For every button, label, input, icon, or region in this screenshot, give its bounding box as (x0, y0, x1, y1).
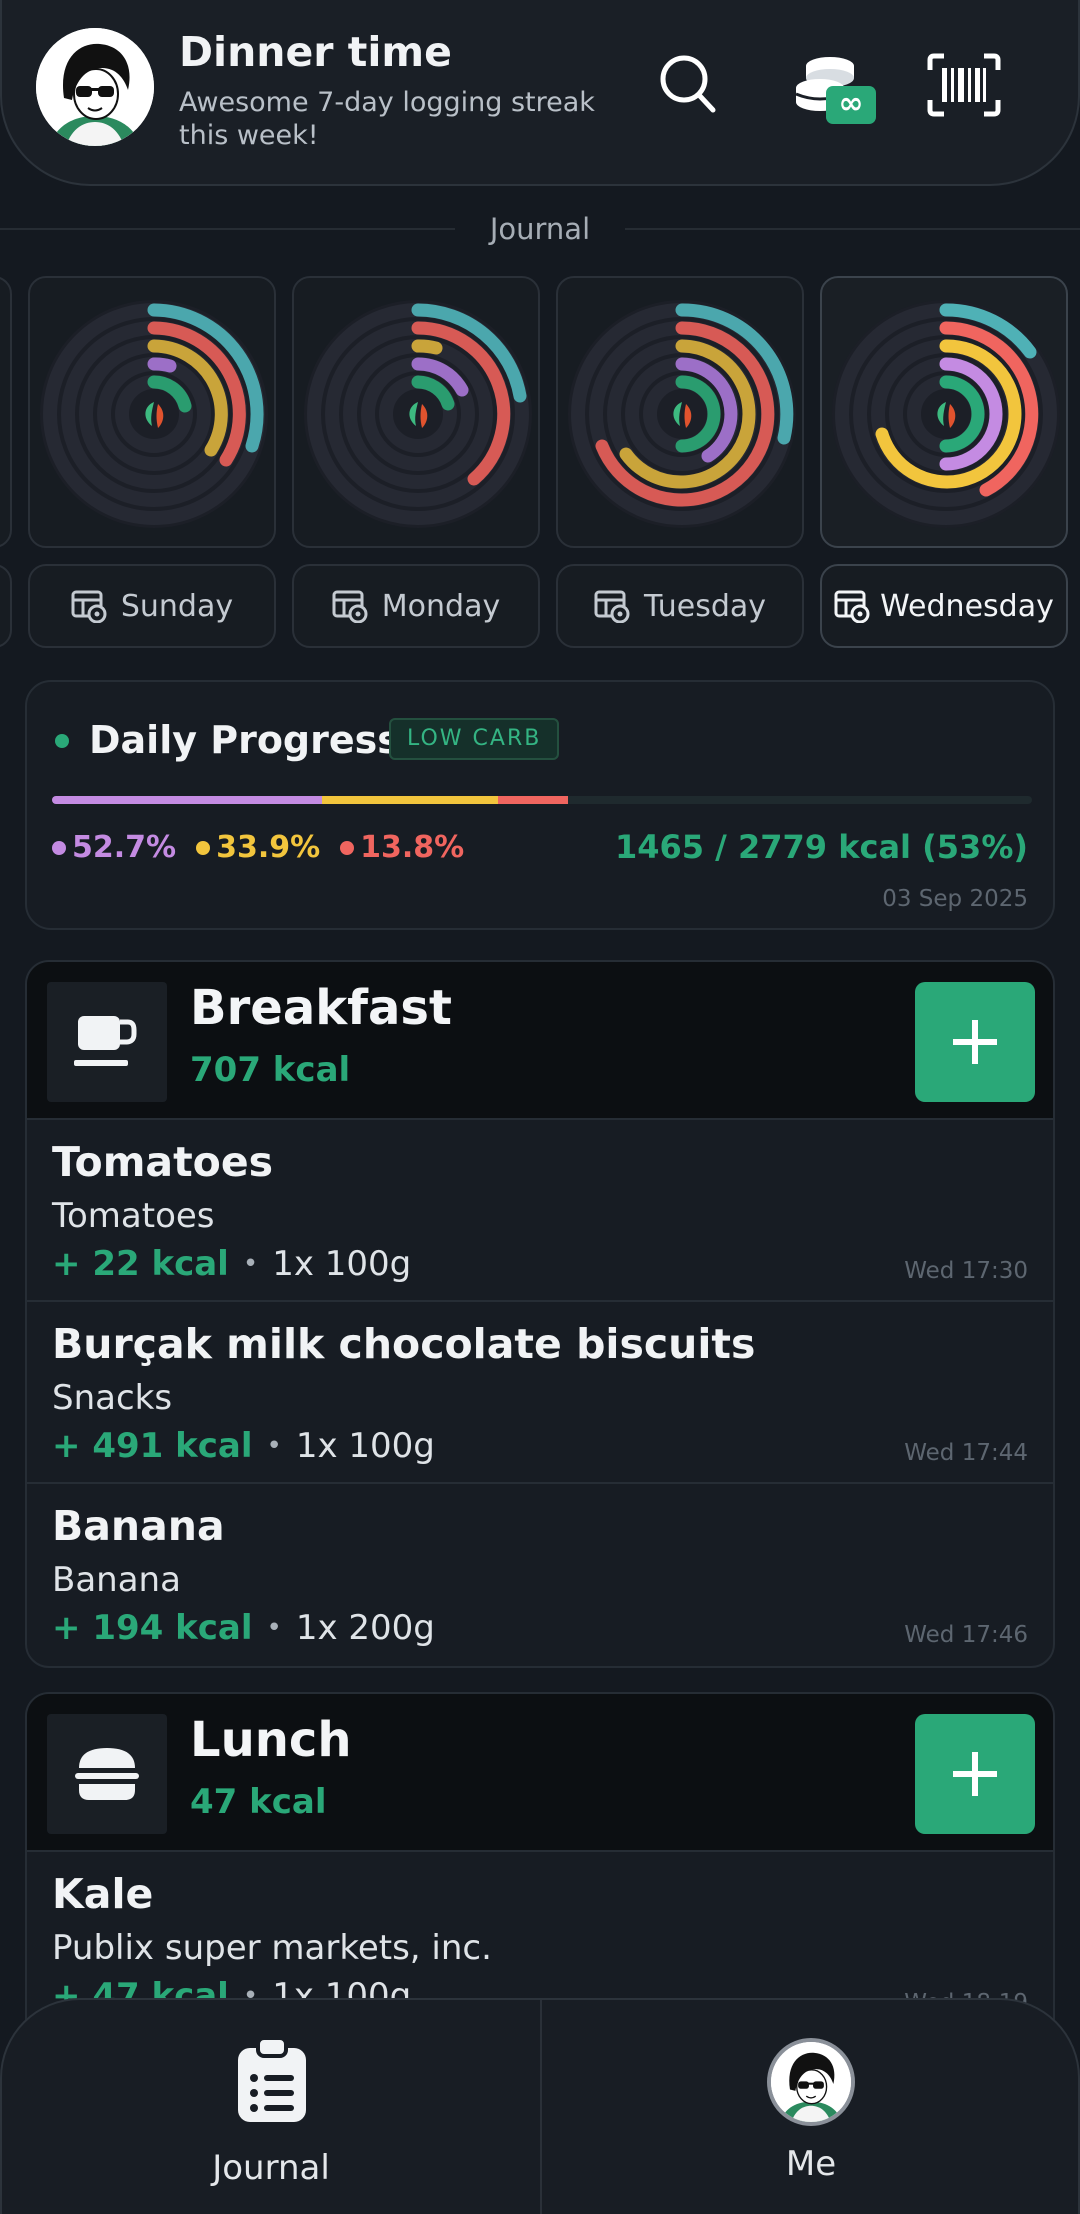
meal-kcal: 47 kcal (190, 1782, 327, 1822)
carbs-bar-segment (52, 796, 322, 804)
calendar-view-icon (71, 590, 107, 623)
daily-progress-card: Daily Progress LOW CARB 52.7% 33.9% 13.8… (25, 680, 1055, 930)
day-button-sunday[interactable]: Sunday (28, 564, 276, 648)
macro-percentages: 52.7% 33.9% 13.8% (52, 830, 464, 865)
carbs-percentage: 52.7% (52, 830, 176, 865)
food-kcal: + 491 kcal (52, 1426, 253, 1466)
separator-dot: • (266, 1431, 282, 1461)
meal-header-lunch[interactable]: Lunch 47 kcal (27, 1694, 1053, 1850)
food-time: Wed 17:30 (904, 1258, 1028, 1284)
unlimited-badge: ∞ (826, 86, 876, 124)
food-item[interactable]: Tomatoes Tomatoes + 22 kcal • 1x 100g We… (27, 1118, 1053, 1300)
day-button-wednesday[interactable]: Wednesday (820, 564, 1068, 648)
meal-kcal: 707 kcal (190, 1050, 351, 1090)
food-kcal: + 22 kcal (52, 1244, 229, 1284)
journal-label: Journal (455, 212, 625, 246)
day-button-monday[interactable]: Monday (292, 564, 540, 648)
food-meta: + 491 kcal • 1x 100g (52, 1426, 435, 1466)
food-quantity: 1x 100g (272, 1244, 412, 1284)
day-label-monday: Monday (381, 588, 501, 624)
plus-icon (953, 1752, 997, 1796)
ring-card-sunday[interactable] (28, 276, 276, 548)
food-quantity: 1x 100g (295, 1426, 435, 1466)
barcode-scanner-icon[interactable] (926, 52, 1002, 122)
plus-icon (953, 1020, 997, 1064)
bottom-navigation: Journal Me (0, 1998, 1080, 2214)
day-label-wednesday: Wednesday (880, 588, 1054, 624)
food-source: Tomatoes (52, 1196, 215, 1236)
diet-tag[interactable]: LOW CARB (389, 718, 560, 760)
day-label-tuesday: Tuesday (643, 588, 767, 624)
fat-bar-segment (321, 796, 498, 804)
ring-card-monday[interactable] (292, 276, 540, 548)
food-source: Banana (52, 1560, 181, 1600)
progress-date: 03 Sep 2025 (882, 886, 1028, 912)
daily-progress-title: Daily Progress (89, 718, 400, 762)
food-item[interactable]: Banana Banana + 194 kcal • 1x 200g Wed 1… (27, 1482, 1053, 1664)
ring-card-wednesday[interactable] (820, 276, 1068, 548)
food-meta: + 22 kcal • 1x 100g (52, 1244, 411, 1284)
meal-card-breakfast: Breakfast 707 kcal Tomatoes Tomatoes + 2… (25, 960, 1055, 1668)
nav-label-journal: Journal (212, 2148, 330, 2188)
streak-message: Awesome 7-day logging streak this week! (179, 87, 595, 151)
food-kcal: + 194 kcal (52, 1608, 253, 1648)
user-avatar[interactable] (36, 28, 154, 146)
day-button-saturday[interactable] (0, 564, 12, 648)
ring-card-tuesday[interactable] (556, 276, 804, 548)
add-lunch-button[interactable] (915, 1714, 1035, 1834)
meal-header-breakfast[interactable]: Breakfast 707 kcal (27, 962, 1053, 1118)
clipboard-list-icon (238, 2038, 306, 2122)
kcal-summary: 1465 / 2779 kcal (53%) (614, 828, 1028, 866)
burger-icon (47, 1714, 167, 1834)
header: Dinner time Awesome 7-day logging streak… (0, 0, 1080, 186)
ring-card-saturday[interactable] (0, 276, 12, 548)
food-item[interactable]: Burçak milk chocolate biscuits Snacks + … (27, 1300, 1053, 1482)
meal-title: Lunch (190, 1712, 352, 1768)
day-button-tuesday[interactable]: Tuesday (556, 564, 804, 648)
day-label-sunday: Sunday (120, 588, 234, 624)
meal-title: Breakfast (190, 980, 452, 1036)
food-name: Tomatoes (52, 1138, 274, 1186)
calendar-view-icon (332, 590, 368, 623)
profile-avatar[interactable] (767, 2038, 855, 2126)
add-breakfast-button[interactable] (915, 982, 1035, 1102)
food-source: Snacks (52, 1378, 173, 1418)
food-source: Publix super markets, inc. (52, 1928, 492, 1968)
calendar-view-icon (834, 590, 870, 623)
separator-dot: • (266, 1613, 282, 1643)
protein-percentage: 13.8% (340, 830, 464, 865)
food-meta: + 194 kcal • 1x 200g (52, 1608, 435, 1648)
food-name: Kale (52, 1870, 154, 1918)
nav-label-me: Me (785, 2144, 837, 2184)
food-time: Wed 17:46 (904, 1622, 1028, 1648)
coffee-cup-icon (47, 982, 167, 1102)
food-name: Burçak milk chocolate biscuits (52, 1320, 756, 1368)
separator-dot: • (242, 1249, 259, 1279)
macro-progress-bar (52, 796, 1032, 804)
calendar-view-icon (594, 590, 630, 623)
search-icon[interactable] (658, 52, 718, 120)
status-dot (55, 734, 69, 748)
food-name: Banana (52, 1502, 225, 1550)
nav-tab-journal[interactable]: Journal (2, 2000, 540, 2214)
food-quantity: 1x 200g (295, 1608, 435, 1648)
header-title: Dinner time (179, 28, 452, 76)
app-screen: Dinner time Awesome 7-day logging streak… (0, 0, 1080, 2214)
food-time: Wed 17:44 (904, 1440, 1028, 1466)
protein-bar-segment (497, 796, 569, 804)
fat-percentage: 33.9% (196, 830, 320, 865)
